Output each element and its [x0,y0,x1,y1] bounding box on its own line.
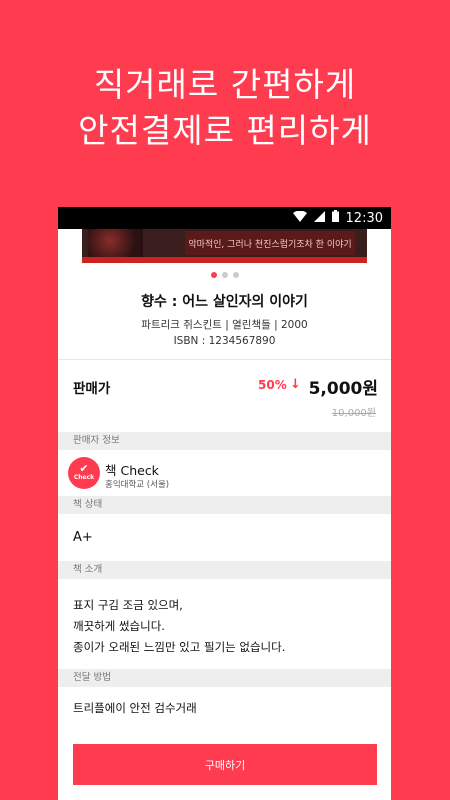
seller-section-header: 판매자 정보 [58,432,391,450]
seller-info[interactable]: ✔ Check 책 Check 홍익대학교 (서울) [58,450,391,496]
delivery-section-header: 전달 방법 [58,669,391,687]
wifi-icon [292,210,307,226]
carousel-dot[interactable] [232,272,239,278]
book-condition: A+ [73,530,93,545]
phone-screen: 12:30 악마적인, 그러나 천진스럽기조차 한 이야기 향수 : 어느 살인… [58,207,391,800]
discount-rate: 50% [258,378,287,392]
condition-section-header: 책 상태 [58,496,391,514]
promo-line-2: 안전결제로 편리하게 [78,111,372,150]
description-line: 깨끗하게 썼습니다. [73,619,165,633]
battery-icon [331,210,339,226]
price-label: 판매가 [73,381,111,397]
price-row: 판매가 50% ↓ 5,000원 10,000원 [58,359,391,432]
buy-button[interactable]: 구매하기 [73,744,377,785]
arrow-down-icon: ↓ [290,377,301,392]
book-meta: 파트리크 쥐스킨트 | 열린책들 | 2000 [141,319,308,331]
status-bar: 12:30 [58,207,391,229]
seller-avatar: ✔ Check [68,457,100,489]
book-description: 표지 구김 조금 있으며, 깨끗하게 썼습니다. 종이가 오래된 느낌만 있고 … [58,579,391,669]
promo-heading: 직거래로 간편하게 안전결제로 편리하게 [0,62,450,154]
seller-school: 홍익대학교 (서울) [105,480,170,490]
sale-price: 5,000원 [308,379,378,399]
carousel-dot[interactable] [210,272,217,278]
book-cover-image [88,229,143,259]
original-price: 10,000원 [331,408,376,419]
book-image-carousel[interactable]: 악마적인, 그러나 천진스럽기조차 한 이야기 [82,229,367,263]
description-section-header: 책 소개 [58,561,391,579]
description-line: 종이가 오래된 느낌만 있고 필기는 없습니다. [73,640,286,654]
seller-name: 책 Check [105,463,159,478]
check-icon: ✔ [79,462,89,475]
delivery-method: 트리플에이 안전 검수거래 [73,701,197,715]
seller-badge-label: Check [73,474,95,481]
carousel-indicator [58,272,391,278]
promo-line-1: 직거래로 간편하게 [93,65,357,104]
description-line: 표지 구김 조금 있으며, [73,598,183,612]
carousel-dot[interactable] [221,272,228,278]
banner-caption: 악마적인, 그러나 천진스럽기조차 한 이야기 [185,231,355,255]
book-isbn: ISBN : 1234567890 [173,335,276,347]
status-time: 12:30 [345,210,383,226]
book-title: 향수 : 어느 살인자의 이야기 [141,294,308,310]
signal-icon [313,210,325,226]
